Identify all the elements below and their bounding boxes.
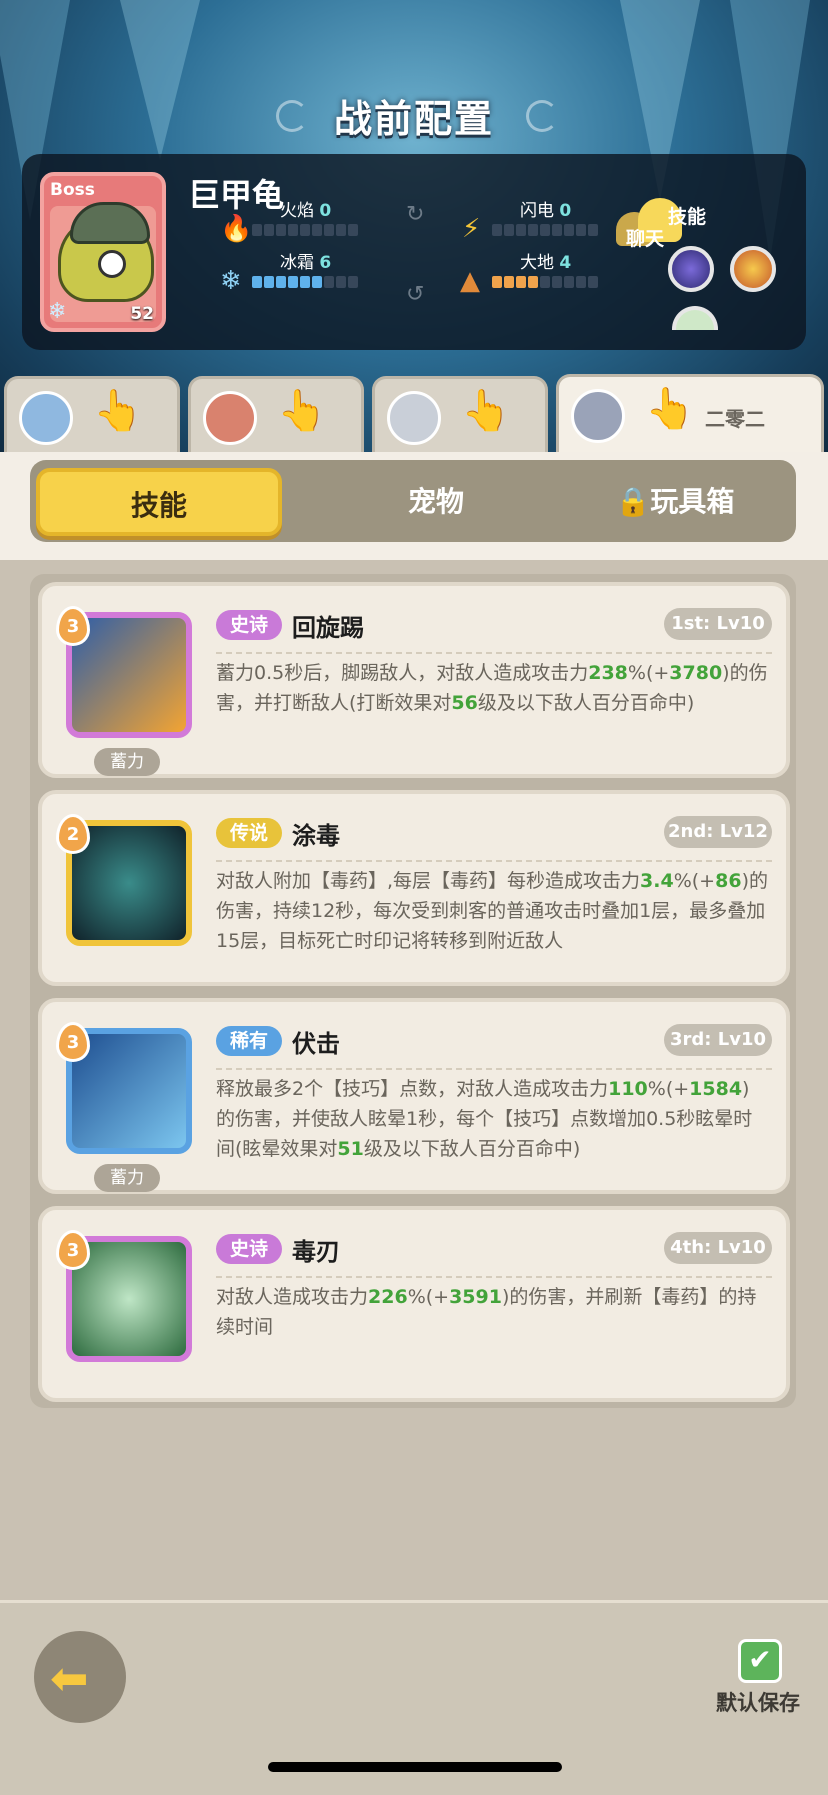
tab-toybox[interactable]: 🔒玩具箱 [560, 468, 790, 536]
hero-avatar [19, 391, 73, 445]
hero-tab-3[interactable]: 👆 [372, 376, 548, 458]
skill-rank-badge: 3 [56, 606, 90, 646]
home-indicator [268, 1762, 562, 1772]
chat-label: 聊天 [626, 228, 665, 250]
ice-bar [252, 276, 358, 288]
boss-name: 巨甲龟 [188, 176, 285, 214]
divider [216, 1068, 772, 1070]
lightning-bar [492, 224, 598, 236]
skill-description: 释放最多2个【技巧】点数，对敌人造成攻击力110%(+1584)的伤害，并使敌人… [216, 1078, 753, 1160]
hero-tab-2[interactable]: 👆 [188, 376, 364, 458]
snowflake-icon: ❄ [48, 299, 67, 324]
divider [216, 652, 772, 654]
lock-icon: 🔒 [615, 485, 651, 518]
boss-tag: Boss [50, 180, 95, 200]
skill-card[interactable]: 3 蓄力 史诗 回旋踢 1st: Lv10 蓄力0.5秒后，脚踢敌人，对敌人造成… [38, 582, 790, 778]
ice-stat: 冰霜 6 [280, 253, 332, 273]
rarity-badge: 传说 [216, 818, 282, 848]
divider [216, 860, 772, 862]
skill-rank-badge: 2 [56, 814, 90, 854]
hero-avatar [387, 391, 441, 445]
hero-tab-4[interactable]: 👆 二零二 [556, 374, 824, 462]
page-title: 战前配置 [333, 97, 494, 141]
skill-rank-badge: 3 [56, 1022, 90, 1062]
skill-name: 毒刃 [292, 1238, 340, 1266]
divider [216, 1276, 772, 1278]
lightning-stat: 闪电 0 [520, 201, 572, 221]
boss-skill-swirl-icon[interactable] [668, 246, 714, 292]
default-save-checkbox[interactable]: ✔ [738, 1639, 782, 1683]
skill-rank-badge: 3 [56, 1230, 90, 1270]
tab-skills[interactable]: 技能 [36, 468, 282, 536]
fire-icon: 🔥 [220, 214, 253, 244]
snowflake-icon: ❄ [220, 266, 242, 296]
boss-skill-crown-icon[interactable] [730, 246, 776, 292]
skill-name: 涂毒 [292, 822, 340, 850]
fire-bar [252, 224, 358, 236]
skill-card[interactable]: 3 蓄力 稀有 伏击 3rd: Lv10 释放最多2个【技巧】点数，对敌人造成攻… [38, 998, 790, 1194]
category-tabs: 技能 宠物 🔒玩具箱 [30, 460, 796, 542]
boss-portrait-card[interactable]: Boss ❄ 52 [40, 172, 166, 332]
hero-tab-1[interactable]: 👆 [4, 376, 180, 458]
rarity-badge: 稀有 [216, 1026, 282, 1056]
skill-card[interactable]: 3 史诗 毒刃 4th: Lv10 对敌人造成攻击力226%(+3591)的伤害… [38, 1206, 790, 1402]
skill-level: 3rd: Lv10 [664, 1024, 772, 1056]
pointing-hand-icon: 👆 [277, 388, 327, 434]
rarity-badge: 史诗 [216, 610, 282, 640]
charge-badge: 蓄力 [94, 748, 160, 776]
default-save-label: 默认保存 [716, 1691, 800, 1715]
skill-name: 伏击 [292, 1030, 340, 1058]
earth-stat: 大地 4 [520, 253, 572, 273]
hero-tab-label: 二零二 [705, 407, 765, 431]
tab-toybox-label: 玩具箱 [650, 485, 735, 518]
turtle-eye [98, 250, 126, 278]
skill-card[interactable]: 2 传说 涂毒 2nd: Lv12 对敌人附加【毒药】,每层【毒药】每秒造成攻击… [38, 790, 790, 986]
charge-badge: 蓄力 [94, 1164, 160, 1192]
skill-name: 回旋踢 [292, 614, 364, 642]
cycle-arrow-icon: ↺ [406, 282, 425, 307]
pointing-hand-icon: 👆 [645, 386, 695, 432]
earth-icon: ▲ [460, 266, 480, 296]
fire-stat: 火焰 0 [280, 201, 332, 221]
cycle-arrow-icon: ↻ [406, 202, 425, 227]
pointing-hand-icon: 👆 [93, 388, 143, 434]
tab-pets[interactable]: 宠物 [316, 468, 556, 536]
hero-avatar [203, 391, 257, 445]
lightning-icon: ⚡ [462, 214, 481, 244]
skill-description: 对敌人附加【毒药】,每层【毒药】每秒造成攻击力3.4%(+86)的伤害，持续12… [216, 870, 768, 952]
pointing-hand-icon: 👆 [461, 388, 511, 434]
skill-level: 1st: Lv10 [664, 608, 772, 640]
boss-level: 52 [130, 304, 154, 324]
boss-info-panel: Boss ❄ 52 巨甲龟 🔥 火焰 0 ❄ 冰霜 6 ↻ ↺ ⚡ 闪电 0 ▲… [22, 154, 806, 350]
back-arrow-icon: ⬅ [50, 1651, 89, 1705]
skill-description: 对敌人造成攻击力226%(+3591)的伤害，并刷新【毒药】的持续时间 [216, 1286, 757, 1338]
boss-skills-label: 技能 [668, 206, 707, 228]
rarity-badge: 史诗 [216, 1234, 282, 1264]
skill-level: 4th: Lv10 [664, 1232, 772, 1264]
skill-level: 2nd: Lv12 [664, 816, 772, 848]
hero-avatar [571, 389, 625, 443]
earth-bar [492, 276, 598, 288]
boss-skill-partial-icon[interactable] [672, 306, 718, 330]
skill-description: 蓄力0.5秒后，脚踢敌人，对敌人造成攻击力238%(+3780)的伤害，并打断敌… [216, 662, 768, 714]
